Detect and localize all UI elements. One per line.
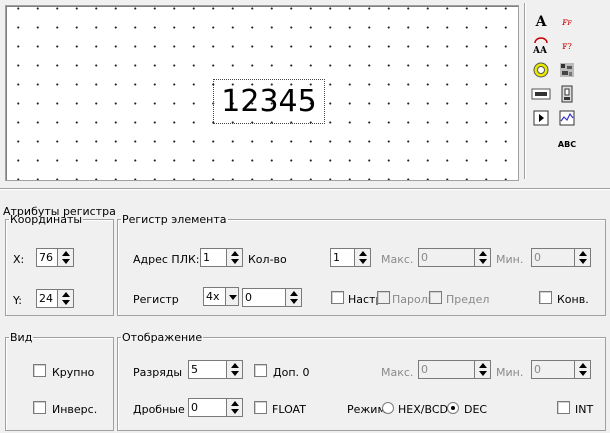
conversion-label: Конв.: [557, 293, 589, 306]
numeric-display-element[interactable]: 12345: [213, 79, 325, 124]
password-label: Пароль: [392, 293, 435, 306]
invert-checkbox[interactable]: [33, 401, 46, 414]
disp-max-stepper[interactable]: 0: [418, 359, 491, 379]
y-coord-spin-icon[interactable]: [57, 288, 74, 308]
function-text-list-icon[interactable]: ꜰ?: [556, 36, 578, 56]
disp-min-spin-icon[interactable]: [574, 359, 591, 379]
lamp-icon[interactable]: [530, 60, 552, 80]
register-number-value[interactable]: 0: [242, 287, 285, 307]
x-coord-spin-icon[interactable]: [57, 247, 74, 267]
toolbar-separator: [524, 3, 525, 179]
digits-stepper[interactable]: 5: [188, 359, 243, 379]
reg-max-spin-icon[interactable]: [474, 247, 491, 267]
text-list-icon[interactable]: AA: [530, 36, 552, 56]
disp-max-label: Макс.: [381, 366, 414, 379]
y-coord-stepper[interactable]: 24: [36, 288, 74, 308]
password-checkbox[interactable]: [377, 291, 390, 304]
button-tool-icon[interactable]: [556, 84, 578, 104]
hex-bcd-radio[interactable]: [382, 402, 394, 414]
int-label: INT: [575, 403, 594, 416]
x-label: X:: [13, 253, 25, 266]
float-label: FLOAT: [272, 403, 306, 416]
dec-label: DEC: [464, 403, 488, 416]
x-coord-stepper[interactable]: 76: [36, 247, 74, 267]
setup-checkbox[interactable]: [331, 291, 344, 304]
limit-label: Предел: [446, 293, 490, 306]
reg-min-spin-icon[interactable]: [574, 247, 591, 267]
reg-min-label: Мин.: [496, 253, 524, 266]
count-spin-icon[interactable]: [354, 247, 371, 267]
coordinates-legend: Координаты: [10, 213, 83, 226]
invert-label: Инверс.: [52, 403, 98, 416]
reg-max-value[interactable]: 0: [418, 247, 474, 267]
disp-min-value[interactable]: 0: [531, 359, 574, 379]
large-label: Крупно: [52, 366, 95, 379]
large-checkbox[interactable]: [33, 364, 46, 377]
fraction-spin-icon[interactable]: [226, 397, 243, 417]
element-register-legend: Регистр элемента: [122, 213, 227, 226]
reg-min-value[interactable]: 0: [531, 247, 574, 267]
int-checkbox[interactable]: [557, 401, 570, 414]
x-coord-value[interactable]: 76: [36, 247, 57, 267]
hex-bcd-label: HEX/BCD: [398, 403, 448, 416]
reg-min-stepper[interactable]: 0: [531, 247, 591, 267]
disp-min-label: Мин.: [496, 366, 524, 379]
function-text-icon[interactable]: ꜰꜰ: [556, 12, 578, 32]
element-toolbox: A ꜰꜰ AA ꜰ? ABC: [530, 8, 606, 184]
fraction-stepper[interactable]: 0: [188, 397, 243, 417]
y-label: Y:: [13, 294, 22, 307]
text-tool-icon[interactable]: A: [530, 12, 552, 32]
numeric-field-icon[interactable]: [530, 84, 552, 104]
register-number-spin-icon[interactable]: [285, 287, 302, 307]
count-value[interactable]: 1: [330, 247, 354, 267]
design-canvas[interactable]: 12345: [5, 5, 519, 181]
digits-label: Разряды: [133, 366, 183, 379]
disp-min-stepper[interactable]: 0: [531, 359, 591, 379]
plc-address-stepper[interactable]: 1: [200, 247, 243, 267]
plc-address-label: Адрес ПЛК:: [133, 253, 200, 266]
fraction-label: Дробные: [133, 403, 185, 416]
add-zero-label: Доп. 0: [273, 366, 310, 379]
dec-radio[interactable]: [447, 402, 459, 414]
view-legend: Вид: [10, 331, 33, 344]
float-checkbox[interactable]: [254, 401, 267, 414]
digits-value[interactable]: 5: [188, 359, 226, 379]
register-type-select[interactable]: 4x: [203, 287, 239, 306]
add-zero-checkbox[interactable]: [254, 364, 267, 377]
reg-max-label: Макс.: [381, 253, 414, 266]
limit-checkbox[interactable]: [429, 291, 442, 304]
register-number-stepper[interactable]: 0: [242, 287, 302, 307]
conversion-checkbox[interactable]: [539, 291, 552, 304]
plc-address-spin-icon[interactable]: [226, 247, 243, 267]
disp-max-value[interactable]: 0: [418, 359, 474, 379]
register-label: Регистр: [133, 293, 179, 306]
plc-address-value[interactable]: 1: [200, 247, 226, 267]
digits-spin-icon[interactable]: [226, 359, 243, 379]
y-coord-value[interactable]: 24: [36, 288, 57, 308]
count-label: Кол-во: [248, 253, 287, 266]
bitmap-icon[interactable]: [556, 60, 578, 80]
register-type-dropdown-icon[interactable]: [225, 287, 239, 306]
register-type-value[interactable]: 4x: [203, 287, 225, 306]
svg-text:AA: AA: [532, 46, 548, 55]
count-stepper[interactable]: 1: [330, 247, 371, 267]
reg-max-stepper[interactable]: 0: [418, 247, 491, 267]
disp-max-spin-icon[interactable]: [474, 359, 491, 379]
view-group: Вид: [5, 331, 114, 431]
jump-button-icon[interactable]: [530, 108, 552, 128]
trend-graph-icon[interactable]: [556, 108, 578, 128]
abc-tool-icon[interactable]: ABC: [556, 134, 578, 154]
panel-separator: [0, 188, 610, 190]
display-legend: Отображение: [122, 331, 203, 344]
fraction-value[interactable]: 0: [188, 397, 226, 417]
